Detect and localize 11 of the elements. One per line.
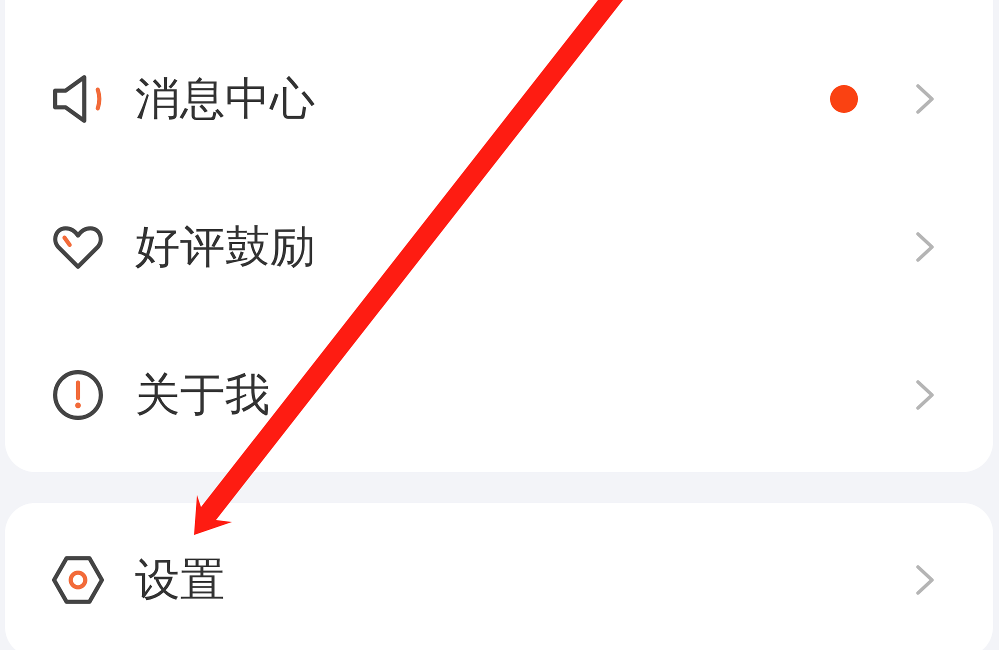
menu-item[interactable]: 消息中心 [5,25,993,173]
menu-item[interactable]: 关于我 [5,321,993,469]
chevron-right-icon [915,565,935,595]
chevron-right-icon [915,380,935,410]
chevron-right-icon [915,84,935,114]
settings-icon [52,554,104,606]
exclamation-circle-icon [52,369,104,421]
menu-item[interactable]: 好评鼓励 [5,173,993,321]
chevron-right-icon [915,232,935,262]
menu-item[interactable]: 设置 [5,503,993,650]
speaker-icon [52,73,104,125]
